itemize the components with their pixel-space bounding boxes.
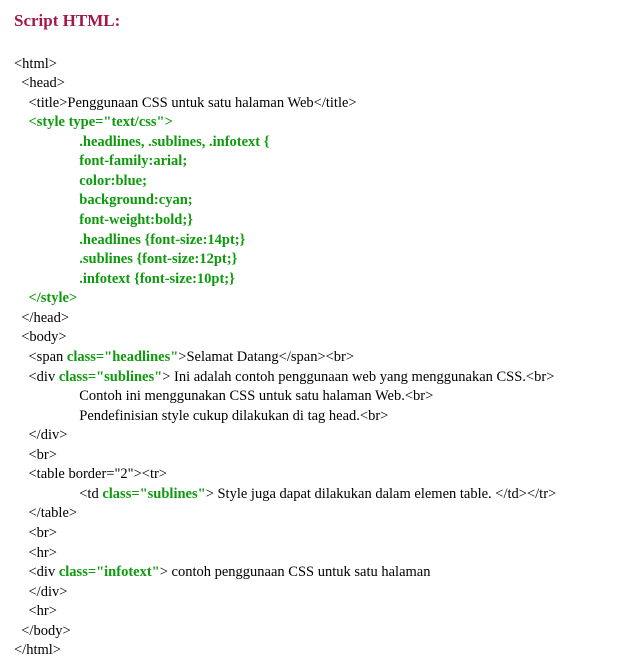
code-line: <div bbox=[14, 564, 59, 580]
class-attr: class="sublines" bbox=[59, 369, 162, 385]
code-line: </table> bbox=[14, 505, 77, 521]
code-line: </div> bbox=[14, 584, 67, 600]
code-line: <title>Penggunaan CSS untuk satu halaman… bbox=[14, 95, 357, 111]
code-line: <head> bbox=[14, 75, 65, 91]
code-line: >Selamat Datang</span><br> bbox=[178, 349, 354, 365]
style-open-tag: <style type="text/css"> bbox=[29, 114, 173, 130]
section-heading: Script HTML: bbox=[14, 10, 610, 33]
code-line: </div> bbox=[14, 427, 67, 443]
css-rule: font-weight:bold;} bbox=[14, 212, 193, 228]
code-line: </head> bbox=[14, 310, 69, 326]
code-line: <hr> bbox=[14, 545, 57, 561]
css-rule: .infotext {font-size:10pt;} bbox=[14, 271, 235, 287]
style-close-tag: </style> bbox=[29, 290, 78, 306]
code-line-indent bbox=[14, 114, 29, 130]
code-line: <html> bbox=[14, 56, 57, 72]
code-line: Contoh ini menggunakan CSS untuk satu ha… bbox=[14, 388, 433, 404]
code-line: > Ini adalah contoh penggunaan web yang … bbox=[162, 369, 554, 385]
class-attr: class="headlines" bbox=[67, 349, 178, 365]
code-line: > contoh penggunaan CSS untuk satu halam… bbox=[160, 564, 431, 580]
code-line: Pendefinisian style cukup dilakukan di t… bbox=[14, 408, 388, 424]
code-line: </body> bbox=[14, 623, 71, 639]
css-rule: font-family:arial; bbox=[14, 153, 187, 169]
code-line: <table border="2"><tr> bbox=[14, 466, 167, 482]
css-rule: .sublines {font-size:12pt;} bbox=[14, 251, 237, 267]
class-attr: class="sublines" bbox=[102, 486, 205, 502]
code-line: <br> bbox=[14, 447, 57, 463]
code-line: <hr> bbox=[14, 603, 57, 619]
code-line-indent bbox=[14, 290, 29, 306]
code-line: <td bbox=[14, 486, 102, 502]
code-line: <body> bbox=[14, 329, 67, 345]
code-line: <br> bbox=[14, 525, 57, 541]
code-block: <html> <head> <title>Penggunaan CSS untu… bbox=[14, 35, 610, 661]
code-line: <span bbox=[14, 349, 67, 365]
css-rule: .headlines {font-size:14pt;} bbox=[14, 232, 245, 248]
css-rule: color:blue; bbox=[14, 173, 147, 189]
code-line: <div bbox=[14, 369, 59, 385]
code-line: > Style juga dapat dilakukan dalam eleme… bbox=[206, 486, 557, 502]
code-line: </html> bbox=[14, 642, 61, 658]
class-attr: class="infotext" bbox=[59, 564, 160, 580]
css-rule: background:cyan; bbox=[14, 192, 193, 208]
css-rule: .headlines, .sublines, .infotext { bbox=[14, 134, 269, 150]
